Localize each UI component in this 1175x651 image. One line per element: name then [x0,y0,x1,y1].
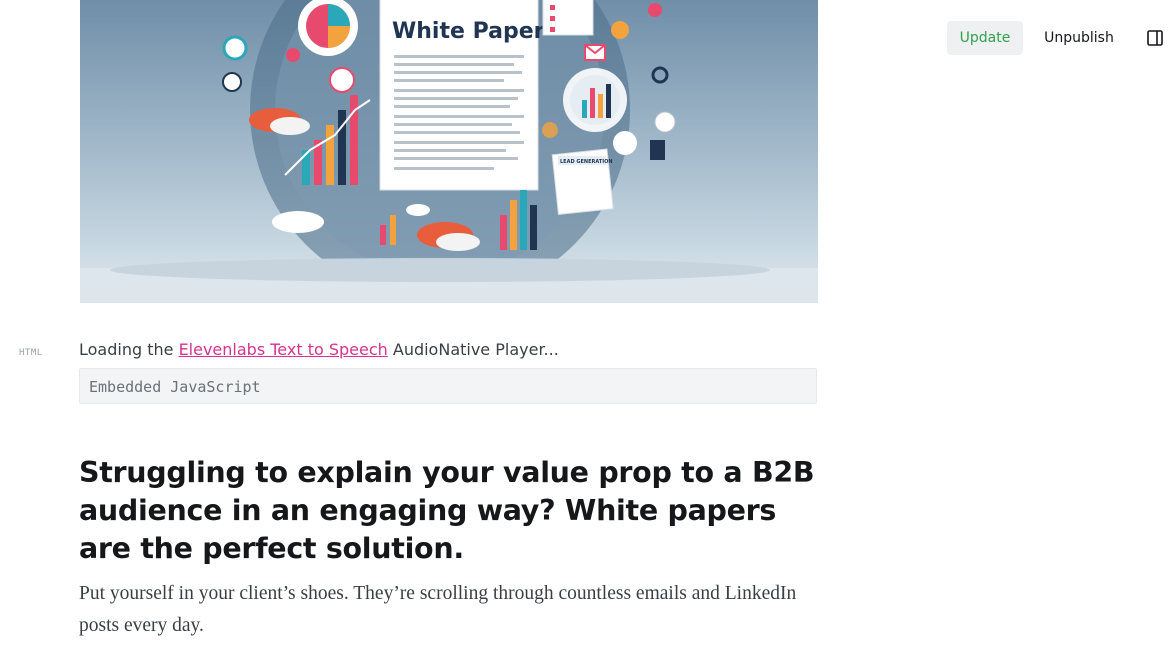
feature-image[interactable]: White Paper LEAD GENERATION [80,0,818,303]
embedded-code-block[interactable]: Embedded JavaScript [79,368,817,404]
html-card-label: HTML [19,348,43,358]
hero-title-text: White Paper [392,19,545,44]
loading-prefix: Loading the [79,340,179,359]
update-button[interactable]: Update [947,21,1023,55]
sidebar-toggle-button[interactable] [1145,28,1167,48]
elevenlabs-link[interactable]: Elevenlabs Text to Speech [179,340,388,359]
audio-player-loading-text: Loading the Elevenlabs Text to Speech Au… [79,340,559,360]
sidebar-panel-icon [1147,30,1163,46]
editor-page: White Paper LEAD GENERATION Update Unpub… [0,0,1175,651]
unpublish-button[interactable]: Unpublish [1035,21,1123,55]
article-paragraph[interactable]: Put yourself in your client’s shoes. The… [79,578,819,642]
white-paper-illustration: White Paper LEAD GENERATION [80,0,818,303]
hero-badge-text: LEAD GENERATION [560,159,613,165]
loading-suffix: AudioNative Player... [387,340,559,359]
article-heading[interactable]: Struggling to explain your value prop to… [79,454,824,568]
